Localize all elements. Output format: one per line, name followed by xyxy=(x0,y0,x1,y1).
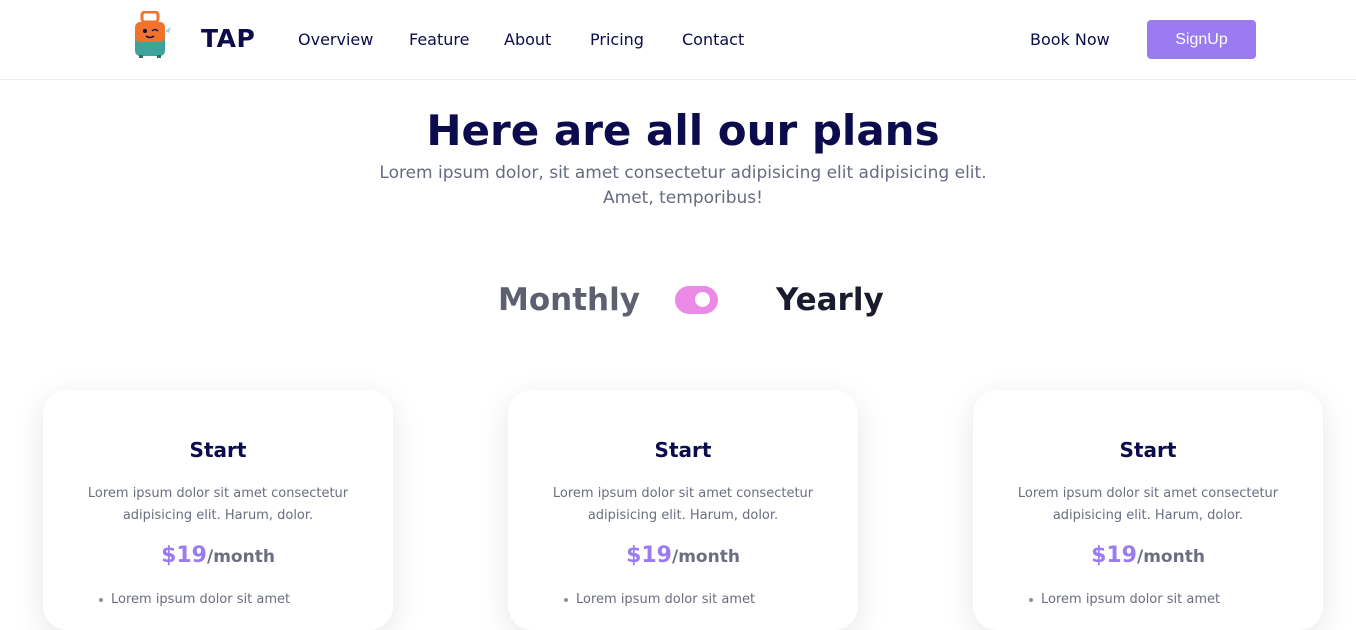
bullet-icon xyxy=(564,597,568,602)
plan-description-line-1: Lorem ipsum dolor sit amet consectetur xyxy=(87,486,349,501)
price-amount: $19 xyxy=(1091,543,1137,568)
price-period: /month xyxy=(207,547,275,567)
plan-feature-item: Lorem ipsum dolor sit amet xyxy=(99,592,290,607)
book-now-link[interactable]: Book Now xyxy=(1030,30,1110,49)
plan-feature-text: Lorem ipsum dolor sit amet xyxy=(1041,592,1221,607)
plan-description-line-2: adipisicing elit. Harum, dolor. xyxy=(1052,508,1244,523)
plan-feature-item: Lorem ipsum dolor sit amet xyxy=(1029,592,1220,607)
monthly-label[interactable]: Monthly xyxy=(498,282,640,318)
plan-feature-text: Lorem ipsum dolor sit amet xyxy=(111,592,291,607)
toggle-knob xyxy=(695,292,710,307)
plan-title: Start xyxy=(654,438,712,462)
top-navbar: TAP Overview Feature About Pricing Conta… xyxy=(0,0,1356,80)
plan-feature-item: Lorem ipsum dolor sit amet xyxy=(564,592,755,607)
plan-title: Start xyxy=(189,438,247,462)
bullet-icon xyxy=(99,597,103,602)
nav-link-contact[interactable]: Contact xyxy=(682,30,744,49)
plan-description-line-2: adipisicing elit. Harum, dolor. xyxy=(587,508,779,523)
price-amount: $19 xyxy=(161,543,207,568)
nav-link-feature[interactable]: Feature xyxy=(409,30,469,49)
plan-description: Lorem ipsum dolor sit amet consectetur a… xyxy=(83,483,353,527)
luggage-logo-icon[interactable] xyxy=(131,11,171,59)
pricing-card[interactable]: Start Lorem ipsum dolor sit amet consect… xyxy=(508,390,858,630)
plan-price: $19/month xyxy=(43,543,393,568)
price-period: /month xyxy=(1137,547,1205,567)
page-title: Here are all our plans xyxy=(426,106,940,155)
plan-description-line-1: Lorem ipsum dolor sit amet consectetur xyxy=(552,486,814,501)
nav-link-about[interactable]: About xyxy=(504,30,551,49)
billing-toggle[interactable] xyxy=(675,286,718,314)
nav-link-overview[interactable]: Overview xyxy=(298,30,373,49)
plan-description: Lorem ipsum dolor sit amet consectetur a… xyxy=(548,483,818,527)
plan-description: Lorem ipsum dolor sit amet consectetur a… xyxy=(1013,483,1283,527)
brand-name[interactable]: TAP xyxy=(201,24,255,53)
plan-feature-text: Lorem ipsum dolor sit amet xyxy=(576,592,756,607)
plan-description-line-1: Lorem ipsum dolor sit amet consectetur xyxy=(1017,486,1279,501)
pricing-card[interactable]: Start Lorem ipsum dolor sit amet consect… xyxy=(43,390,393,630)
page-subtitle-line-1: Lorem ipsum dolor, sit amet consectetur … xyxy=(379,163,987,183)
yearly-label[interactable]: Yearly xyxy=(776,282,884,318)
page-subtitle-line-2: Amet, temporibus! xyxy=(603,188,763,208)
plan-price: $19/month xyxy=(973,543,1323,568)
bullet-icon xyxy=(1029,597,1033,602)
price-period: /month xyxy=(672,547,740,567)
plan-description-line-2: adipisicing elit. Harum, dolor. xyxy=(122,508,314,523)
price-amount: $19 xyxy=(626,543,672,568)
pricing-card[interactable]: Start Lorem ipsum dolor sit amet consect… xyxy=(973,390,1323,630)
nav-link-pricing[interactable]: Pricing xyxy=(590,30,644,49)
plan-price: $19/month xyxy=(508,543,858,568)
plan-title: Start xyxy=(1119,438,1177,462)
signup-button[interactable]: SignUp xyxy=(1147,20,1256,59)
